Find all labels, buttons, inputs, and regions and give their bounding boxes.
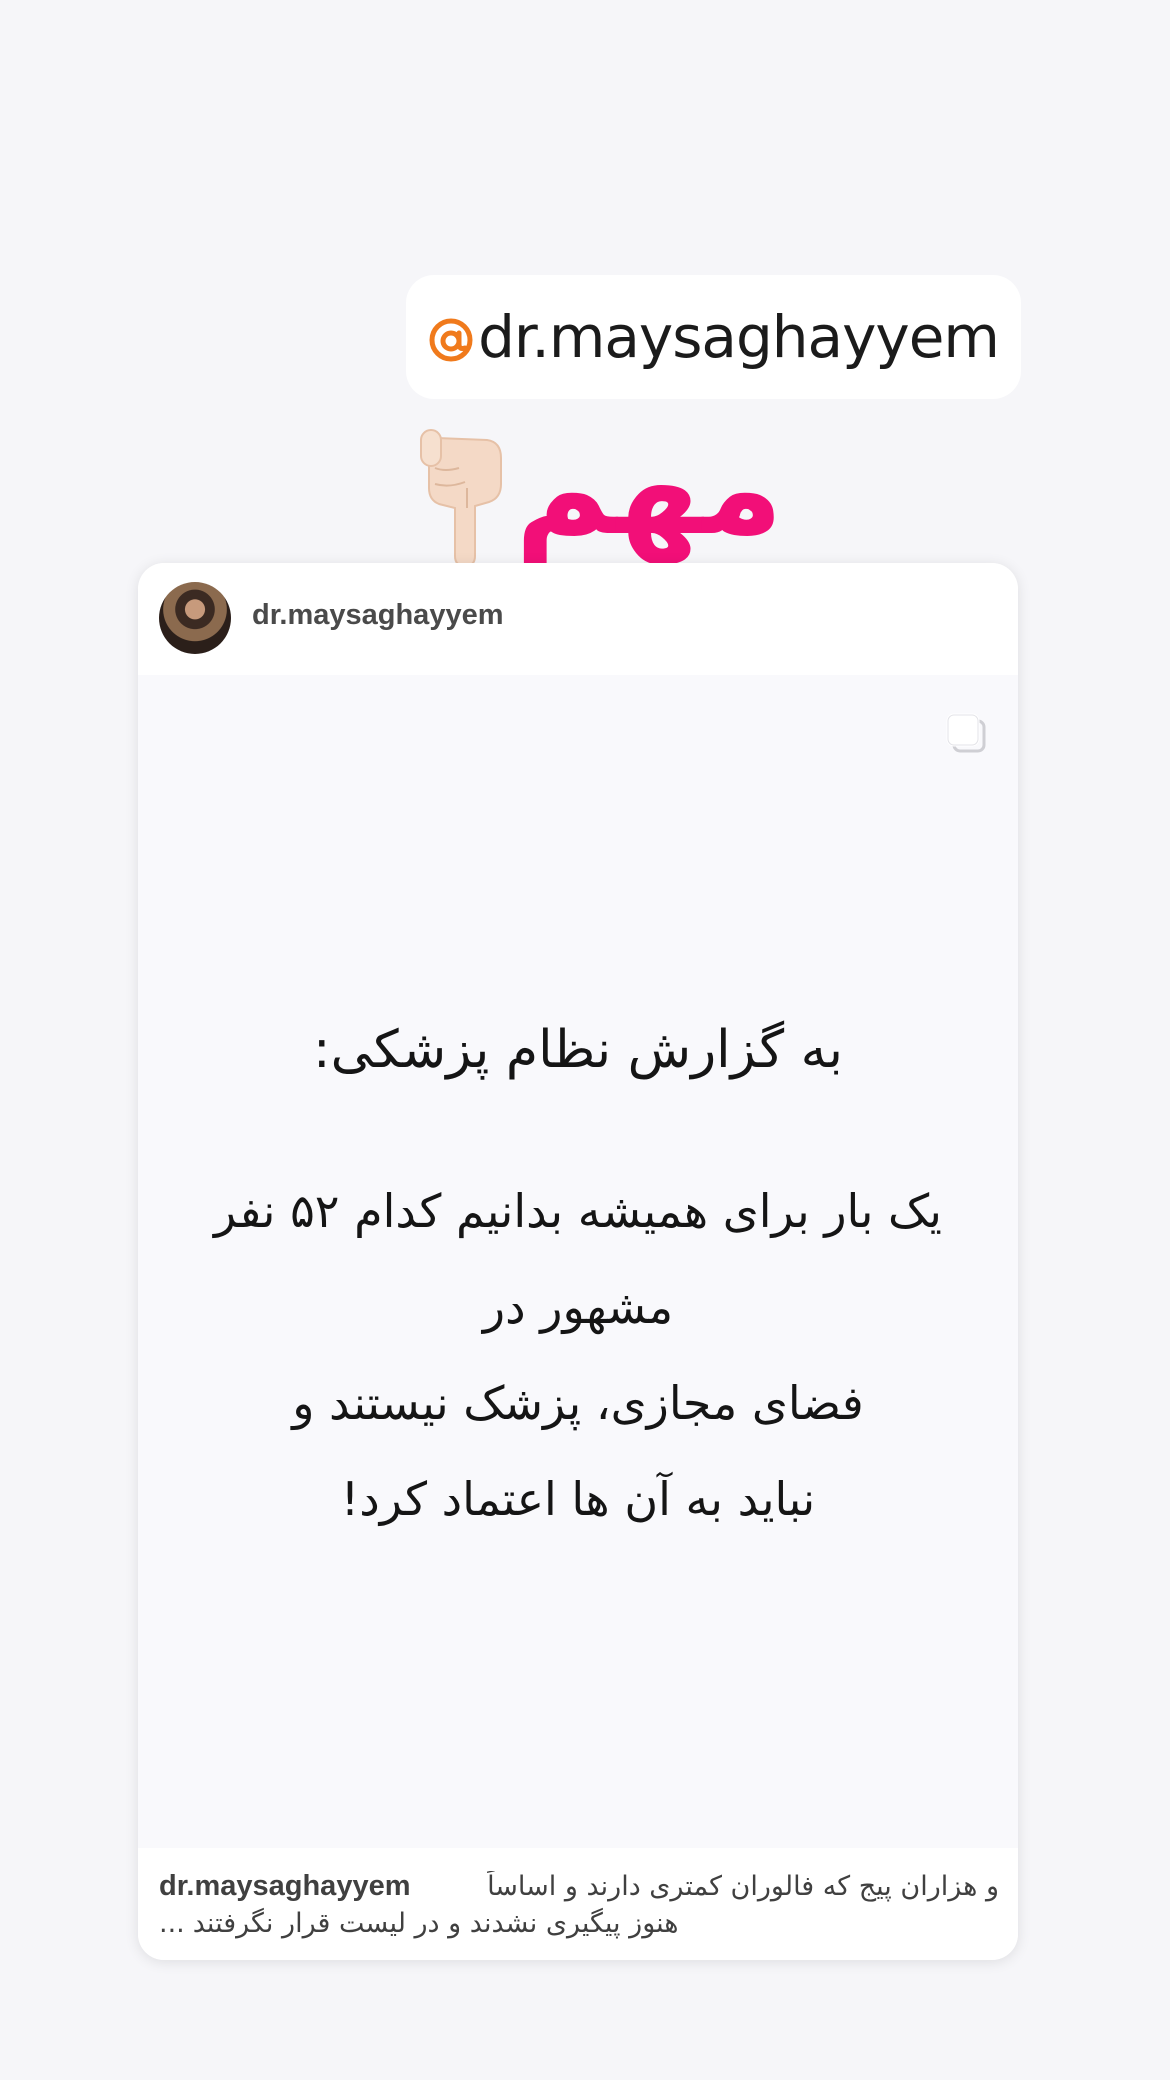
post-body-line: یک بار برای همیشه بدانیم کدام ۵۲ نفر مشه… xyxy=(214,1184,942,1334)
caption-ellipsis[interactable]: ... xyxy=(159,1908,185,1939)
threads-at-icon xyxy=(429,318,473,362)
post-header: dr.maysaghayyem xyxy=(138,563,1018,675)
post-heading: به گزارش نظام پزشکی: xyxy=(313,1020,843,1080)
post-caption[interactable]: dr.maysaghayyem و هزاران پیج که فالوران … xyxy=(138,1848,1018,1960)
mention-sticker[interactable]: dr.maysaghayyem xyxy=(406,275,1021,399)
mention-username: dr.maysaghayyem xyxy=(478,303,1000,371)
post-body-line: نباید به آن ها اعتماد کرد! xyxy=(340,1472,816,1526)
post-body: یک بار برای همیشه بدانیم کدام ۵۲ نفر مشه… xyxy=(198,1163,958,1547)
shared-post-card[interactable]: dr.maysaghayyem به گزارش نظام پزشکی: یک … xyxy=(138,563,1018,1960)
post-username[interactable]: dr.maysaghayyem xyxy=(252,599,503,632)
caption-text: و هزاران پیج که فالوران کمتری دارند و اس… xyxy=(487,1871,999,1902)
caption-username[interactable]: dr.maysaghayyem xyxy=(159,1870,410,1903)
caption-line-1: dr.maysaghayyem و هزاران پیج که فالوران … xyxy=(159,1870,999,1906)
post-body-line: فضای مجازی، پزشک نیستند و xyxy=(292,1376,864,1430)
caption-text: هنوز پیگیری نشدند و در لیست قرار نگرفتند xyxy=(192,1908,679,1939)
post-media[interactable]: به گزارش نظام پزشکی: یک بار برای همیشه ب… xyxy=(138,675,1018,1848)
pointing-down-hand-icon xyxy=(420,429,502,568)
important-label: مهم xyxy=(515,412,784,564)
multiple-posts-icon xyxy=(946,713,986,753)
caption-line-2: ... هنوز پیگیری نشدند و در لیست قرار نگر… xyxy=(159,1908,679,1939)
avatar[interactable] xyxy=(159,582,231,654)
